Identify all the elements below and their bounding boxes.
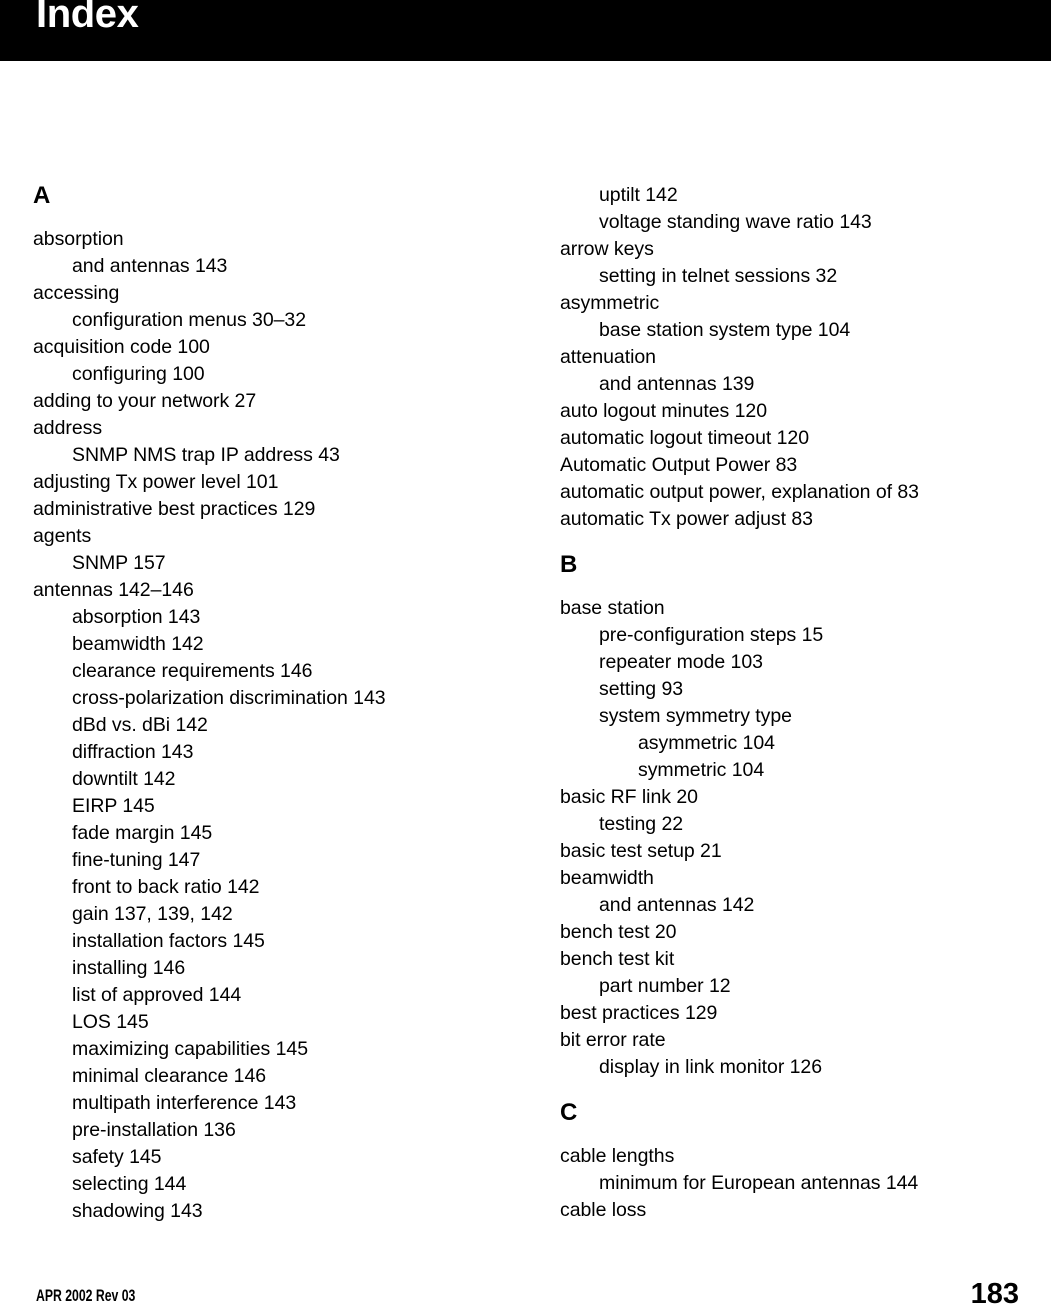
index-entry: bench test 20 [560,921,677,943]
index-entry: best practices 129 [560,1002,718,1024]
index-entry: address [33,417,103,439]
index-entry: cable lengths [560,1145,675,1167]
footer-page-number: 183 [970,1278,1019,1310]
index-entry: antennas 142–146 [33,579,194,601]
index-entry: installing 146 [72,957,186,979]
index-entry: system symmetry type [599,705,792,727]
index-column-right: uptilt 142 voltage standing wave ratio 14… [560,182,1020,1224]
index-entry: beamwidth 142 [72,633,204,655]
index-entry: cross-polarization discrimination 143 [72,687,386,709]
index-entry: testing 22 [599,813,684,835]
index-entry: and antennas 143 [72,255,228,277]
index-entry: downtilt 142 [72,768,176,790]
index-letter-heading: A [33,182,51,209]
index-entry: absorption [33,228,124,250]
page-header-band: Index [0,0,1051,61]
index-column-left: Aabsorption and antennas 143 accessing conf… [33,182,493,1225]
index-entry: symmetric 104 [638,759,765,781]
index-entry: part number 12 [599,975,731,997]
index-entry: agents [33,525,92,547]
index-entry: fine-tuning 147 [72,849,201,871]
index-entry: display in link monitor 126 [599,1056,823,1078]
index-entry: arrow keys [560,238,654,260]
index-entry: maximizing capabilities 145 [72,1038,309,1060]
index-entry: shadowing 143 [72,1200,203,1222]
index-entry: beamwidth [560,867,654,889]
index-entry: base station [560,597,665,619]
index-entry: diffraction 143 [72,741,194,763]
index-entry: acquisition code 100 [33,336,210,358]
index-entry: front to back ratio 142 [72,876,260,898]
index-entry: repeater mode 103 [599,651,763,673]
index-entry: auto logout minutes 120 [560,400,767,422]
index-entry: multipath interference 143 [72,1092,297,1114]
index-letter-heading: B [560,551,578,578]
page-title: Index [36,0,139,36]
index-entry: setting in telnet sessions 32 [599,265,838,287]
index-entry: list of approved 144 [72,984,242,1006]
index-entry: administrative best practices 129 [33,498,316,520]
index-entry: basic RF link 20 [560,786,698,808]
index-entry: attenuation [560,346,656,368]
index-entry: automatic Tx power adjust 83 [560,508,813,530]
index-entry: safety 145 [72,1146,162,1168]
index-entry: fade margin 145 [72,822,213,844]
index-entry: clearance requirements 146 [72,660,313,682]
index-entry: installation factors 145 [72,930,265,952]
index-entry: automatic logout timeout 120 [560,427,810,449]
index-entry: LOS 145 [72,1011,149,1033]
index-entry: gain 137, 139, 142 [72,903,233,925]
index-entry: SNMP NMS trap IP address 43 [72,444,340,466]
index-entry: base station system type 104 [599,319,851,341]
index-entry: bit error rate [560,1029,666,1051]
footer-revision: APR 2002 Rev 03 [36,1286,136,1305]
index-letter-heading: C [560,1099,578,1126]
index-entry: minimum for European antennas 144 [599,1172,919,1194]
index-entry: pre-installation 136 [72,1119,236,1141]
index-entry: configuring 100 [72,363,205,385]
index-entry: cable loss [560,1199,647,1221]
index-entry: automatic output power, explanation of 8… [560,481,919,503]
page-footer: APR 2002 Rev 03 183 [0,1278,1051,1313]
index-entry: minimal clearance 146 [72,1065,267,1087]
index-entry: and antennas 142 [599,894,755,916]
index-entry: bench test kit [560,948,675,970]
index-entry: pre-configuration steps 15 [599,624,824,646]
index-entry: accessing [33,282,120,304]
index-entry: voltage standing wave ratio 143 [599,211,872,233]
index-entry: absorption 143 [72,606,201,628]
index-entry: adjusting Tx power level 101 [33,471,279,493]
index-entry: setting 93 [599,678,684,700]
index-entry: configuration menus 30–32 [72,309,306,331]
index-entry: asymmetric 104 [638,732,775,754]
index-entry: basic test setup 21 [560,840,722,862]
index-entry: SNMP 157 [72,552,166,574]
index-entry: EIRP 145 [72,795,155,817]
index-entry: selecting 144 [72,1173,187,1195]
index-entry: asymmetric [560,292,660,314]
index-entry: adding to your network 27 [33,390,257,412]
index-entry: uptilt 142 [599,184,678,206]
index-entry: dBd vs. dBi 142 [72,714,208,736]
index-entry: and antennas 139 [599,373,755,395]
index-entry: Automatic Output Power 83 [560,454,798,476]
